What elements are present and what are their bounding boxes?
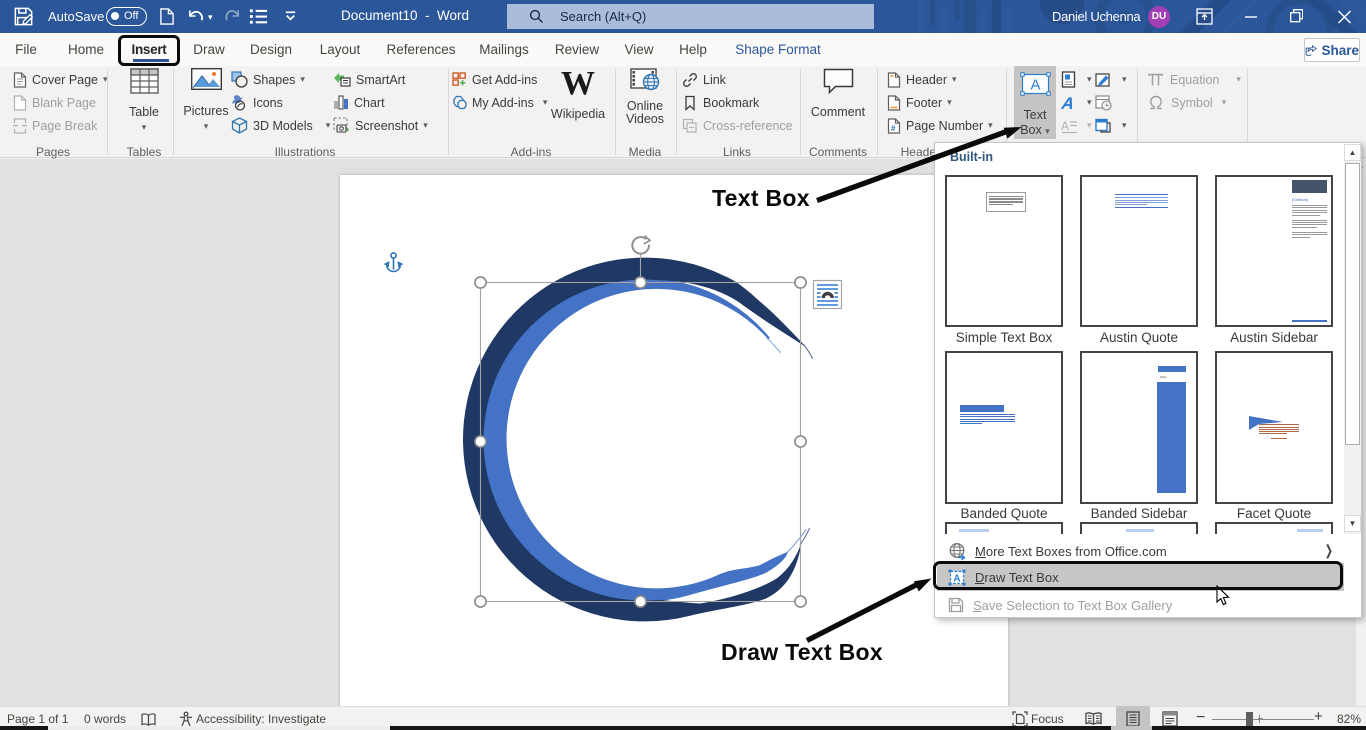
svg-text:#: # xyxy=(891,124,896,133)
svg-text:A: A xyxy=(1030,77,1040,94)
svg-text:A: A xyxy=(1061,119,1069,133)
svg-text:A: A xyxy=(1061,95,1075,111)
